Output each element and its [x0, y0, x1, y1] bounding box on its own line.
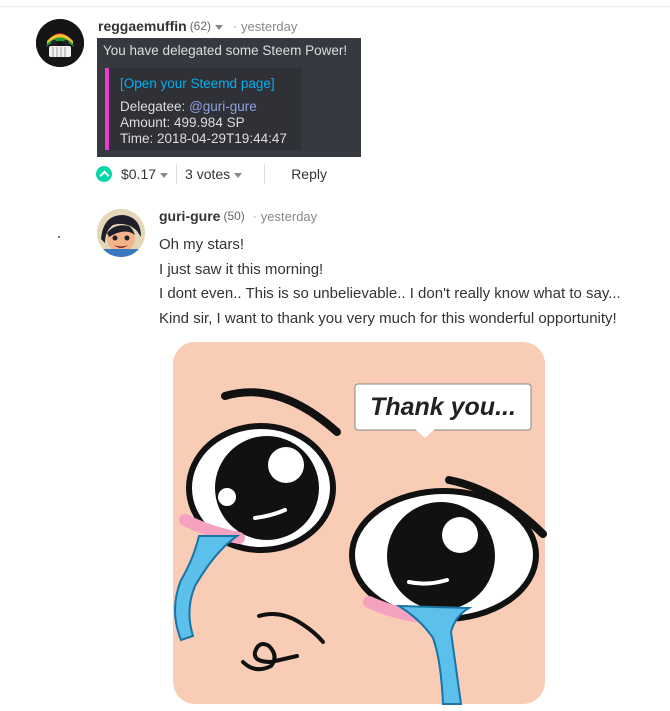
author-name[interactable]: reggaemuffin: [98, 18, 187, 34]
author-reputation: (62): [189, 19, 212, 33]
steemd-link[interactable]: [Open your Steemd page]: [120, 76, 275, 91]
comment-line: Kind sir, I want to thank you very much …: [159, 309, 617, 327]
comment-line: I just saw it this morning!: [159, 260, 324, 278]
upvote-icon[interactable]: [96, 166, 112, 182]
comment-header: guri-gure (50) · yesterday: [159, 208, 317, 224]
comment-timestamp[interactable]: yesterday: [261, 209, 317, 224]
amount-row: Amount: 499.984 SP: [120, 115, 245, 130]
separator-dot: ·: [252, 209, 257, 223]
reply-button[interactable]: Reply: [291, 166, 327, 182]
avatar[interactable]: [36, 19, 84, 67]
votes-count[interactable]: 3 votes: [185, 166, 230, 182]
footer-divider: [264, 164, 266, 184]
reggae-muffin-avatar: [36, 19, 84, 67]
separator-dot: ·: [233, 19, 238, 33]
author-reputation: (50): [223, 209, 245, 223]
avatar[interactable]: [97, 209, 145, 257]
guri-gure-avatar: [97, 209, 145, 257]
delegatee-row: Delegatee: @guri-gure: [120, 99, 257, 114]
footer-divider: [176, 164, 178, 184]
chevron-down-icon[interactable]: [160, 172, 169, 178]
author-name[interactable]: guri-gure: [159, 208, 220, 224]
discord-embed-screenshot: You have delegated some Steem Power! [Op…: [97, 38, 361, 157]
comment-line: I dont even.. This is so unbelievable.. …: [159, 285, 621, 302]
embed-card: [Open your Steemd page] Delegatee: @guri…: [105, 68, 301, 150]
payout-value[interactable]: $0.17: [121, 166, 156, 182]
bubble-caption: Thank you...: [370, 393, 516, 421]
delegatee-mention[interactable]: @guri-gure: [189, 99, 257, 114]
thank-you-image[interactable]: Thank you...: [159, 340, 558, 711]
crying-eyes-illustration: Thank you...: [173, 342, 547, 705]
chevron-down-icon[interactable]: [234, 172, 243, 178]
time-row: Time: 2018-04-29T19:44:47: [120, 131, 287, 146]
top-divider: [0, 6, 670, 7]
delegatee-label: Delegatee:: [120, 99, 190, 114]
comment-body: Oh my stars! I just saw it this morning!…: [159, 233, 621, 331]
comment-timestamp[interactable]: yesterday: [241, 19, 297, 34]
comment-footer: $0.17 3 votes Reply: [96, 163, 327, 185]
embed-title: You have delegated some Steem Power!: [103, 43, 348, 58]
comment-header: reggaemuffin (62) · yesterday: [98, 18, 297, 34]
thread-marker: [58, 236, 60, 238]
chevron-down-icon[interactable]: [215, 24, 224, 30]
comment-line: Oh my stars!: [159, 236, 245, 253]
